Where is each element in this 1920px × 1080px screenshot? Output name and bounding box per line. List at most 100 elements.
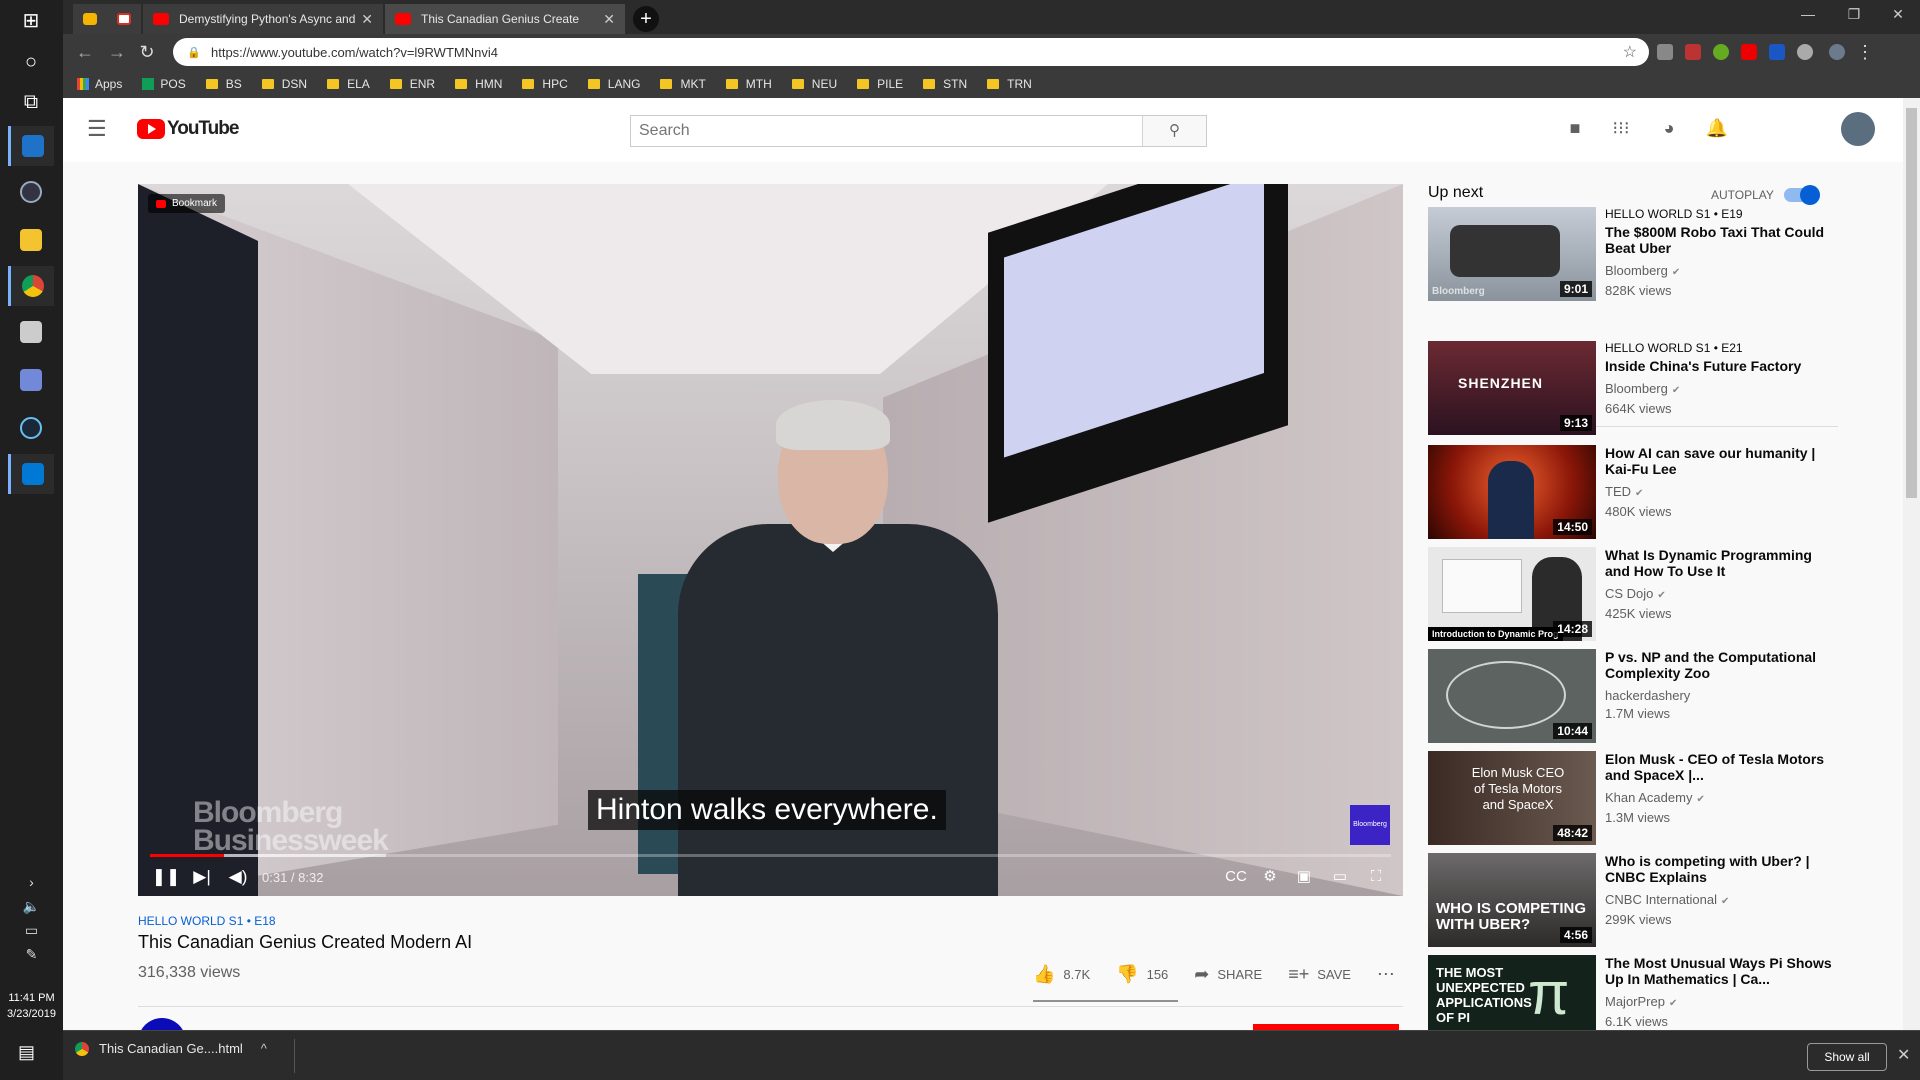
bookmark-folder[interactable]: ENR [389, 77, 435, 91]
video-title[interactable]: The Most Unusual Ways Pi Shows Up In Mat… [1605, 955, 1835, 987]
network-icon[interactable]: ▭ [0, 918, 63, 942]
windows-start-icon[interactable]: ⊞ [8, 0, 54, 40]
tab-python-async[interactable]: Demystifying Python's Async and ✕ [143, 4, 383, 34]
video-title[interactable]: Inside China's Future Factory [1605, 358, 1835, 374]
forward-icon[interactable]: → [105, 40, 129, 64]
video-title[interactable]: Elon Musk - CEO of Tesla Motors and Spac… [1605, 751, 1835, 783]
recommended-video[interactable]: SHENZHEN 9:13 HELLO WORLD S1 • E21 Insid… [1428, 341, 1838, 437]
app-icon-discord[interactable] [8, 360, 54, 400]
bookmark-star-icon[interactable]: ☆ [1623, 42, 1637, 62]
next-video-icon[interactable]: ▶| [184, 859, 220, 895]
video-thumbnail[interactable]: Bloomberg 9:01 [1428, 207, 1596, 301]
apps-grid-icon[interactable]: ⁝⁝⁝ [1609, 118, 1633, 142]
fullscreen-icon[interactable]: ⛶ [1358, 858, 1394, 896]
bookmark-folder[interactable]: MTH [725, 77, 772, 91]
bookmark-folder[interactable]: STN [923, 77, 967, 91]
chrome-icon[interactable] [8, 266, 54, 306]
channel-name[interactable]: TED [1605, 484, 1631, 499]
recommended-video[interactable]: THE MOST UNEXPECTED APPLICATIONS OF PI π… [1428, 955, 1838, 1030]
video-player[interactable]: Bookmark Bloomberg Businessweek Hinton w… [138, 184, 1403, 896]
messages-icon[interactable]: ◕ [1657, 118, 1681, 142]
profile-avatar-icon[interactable] [1829, 44, 1845, 60]
video-title[interactable]: P vs. NP and the Computational Complexit… [1605, 649, 1835, 681]
hamburger-menu-icon[interactable]: ☰ [87, 116, 107, 142]
bookmark-chip[interactable]: Bookmark [148, 194, 226, 213]
recommended-video[interactable]: Elon Musk CEO of Tesla Motors and SpaceX… [1428, 751, 1838, 847]
extension-icon-gear[interactable] [1797, 44, 1813, 60]
bookmark-folder[interactable]: HMN [455, 77, 502, 91]
app-icon-clock[interactable] [8, 172, 54, 212]
video-thumbnail[interactable]: Introduction to Dynamic Prog 14:28 [1428, 547, 1596, 641]
more-actions-button[interactable]: ⋯ [1377, 964, 1403, 985]
channel-name[interactable]: MajorPrep [1605, 994, 1665, 1009]
cortana-icon[interactable]: ○ [8, 42, 54, 82]
video-thumbnail[interactable]: WHO IS COMPETING WITH UBER? 4:56 [1428, 853, 1596, 947]
recommended-video[interactable]: Bloomberg 9:01 HELLO WORLD S1 • E19 The … [1428, 207, 1838, 303]
channel-name[interactable]: Khan Academy [1605, 790, 1692, 805]
settings-gear-icon[interactable]: ⚙ [1252, 858, 1288, 896]
video-title[interactable]: Who is competing with Uber? | CNBC Expla… [1605, 853, 1835, 885]
bloomberg-badge[interactable]: Bloomberg [1350, 805, 1390, 845]
pause-icon[interactable]: ❚❚ [148, 859, 184, 895]
account-avatar[interactable] [1841, 112, 1875, 146]
chevron-up-icon[interactable]: ^ [261, 1041, 267, 1056]
bookmark-folder[interactable]: BS [205, 77, 242, 91]
chevron-up-icon[interactable]: › [0, 870, 63, 894]
close-window-button[interactable]: ✕ [1875, 0, 1920, 30]
minimize-button[interactable]: — [1785, 0, 1831, 30]
notifications-bell-icon[interactable]: 🔔 [1705, 118, 1729, 142]
bookmark-folder[interactable]: ELA [327, 77, 370, 91]
extension-icon-green[interactable] [1713, 44, 1729, 60]
video-title[interactable]: The $800M Robo Taxi That Could Beat Uber [1605, 224, 1835, 256]
download-item[interactable]: This Canadian Ge....html ^ [75, 1041, 267, 1056]
tab-pinned-gmail[interactable] [107, 4, 141, 34]
bookmark-pos[interactable]: POS [142, 77, 186, 91]
video-title[interactable]: What Is Dynamic Programming and How To U… [1605, 547, 1835, 579]
scrollbar-thumb[interactable] [1906, 108, 1917, 498]
tab-pinned-keep[interactable] [73, 4, 107, 34]
bookmark-folder[interactable]: DSN [261, 77, 307, 91]
extension-icon-shield[interactable] [1657, 44, 1673, 60]
save-button[interactable]: ≡+ SAVE [1288, 964, 1351, 985]
notification-icon[interactable]: ▤ [18, 1042, 35, 1063]
close-icon[interactable]: ✕ [1897, 1045, 1910, 1065]
restore-button[interactable]: ❐ [1831, 0, 1877, 30]
page-scrollbar[interactable] [1903, 98, 1920, 1030]
pen-icon[interactable]: ✎ [0, 942, 63, 966]
extension-icon-new[interactable] [1769, 44, 1785, 60]
close-tab-icon[interactable]: ✕ [603, 11, 615, 28]
bookmark-folder[interactable]: HPC [522, 77, 568, 91]
like-button[interactable]: 👍 8.7K [1033, 964, 1090, 985]
video-thumbnail[interactable]: 14:50 [1428, 445, 1596, 539]
youtube-logo[interactable]: YouTube [137, 118, 239, 140]
app-icon-notes[interactable] [8, 312, 54, 352]
video-series-tag[interactable]: HELLO WORLD S1 • E18 [138, 914, 276, 928]
reload-icon[interactable]: ↻ [135, 40, 159, 64]
miniplayer-icon[interactable]: ▣ [1286, 858, 1322, 896]
channel-name[interactable]: hackerdashery [1605, 688, 1690, 703]
bookmark-folder[interactable]: NEU [791, 77, 837, 91]
video-thumbnail[interactable]: SHENZHEN 9:13 [1428, 341, 1596, 435]
bookmark-folder[interactable]: TRN [987, 77, 1032, 91]
theater-mode-icon[interactable]: ▭ [1322, 858, 1358, 896]
channel-name[interactable]: CNBC International [1605, 892, 1717, 907]
show-all-button[interactable]: Show all [1807, 1043, 1887, 1071]
steam-icon[interactable] [8, 408, 54, 448]
progress-bar[interactable] [150, 854, 1391, 857]
new-tab-button[interactable]: + [633, 6, 659, 32]
recommended-video[interactable]: WHO IS COMPETING WITH UBER? 4:56 Who is … [1428, 853, 1838, 949]
bookmark-folder[interactable]: MKT [660, 77, 706, 91]
video-title[interactable]: How AI can save our humanity | Kai-Fu Le… [1605, 445, 1835, 477]
recommended-video[interactable]: 14:50 How AI can save our humanity | Kai… [1428, 445, 1838, 541]
system-clock[interactable]: 11:41 PM 3/23/2019 [0, 990, 63, 1022]
search-input[interactable] [631, 116, 1142, 146]
address-bar[interactable]: 🔒 https://www.youtube.com/watch?v=l9RWTM… [173, 38, 1649, 66]
vscode-icon[interactable] [8, 454, 54, 494]
close-tab-icon[interactable]: ✕ [361, 11, 373, 28]
search-button[interactable]: ⚲ [1142, 116, 1206, 146]
volume-icon[interactable]: 🔈 [0, 894, 63, 918]
dislike-button[interactable]: 👎 156 [1116, 964, 1168, 985]
recommended-video[interactable]: Introduction to Dynamic Prog 14:28 What … [1428, 547, 1838, 643]
volume-icon[interactable]: ◀) [220, 859, 256, 895]
video-thumbnail[interactable]: 10:44 [1428, 649, 1596, 743]
